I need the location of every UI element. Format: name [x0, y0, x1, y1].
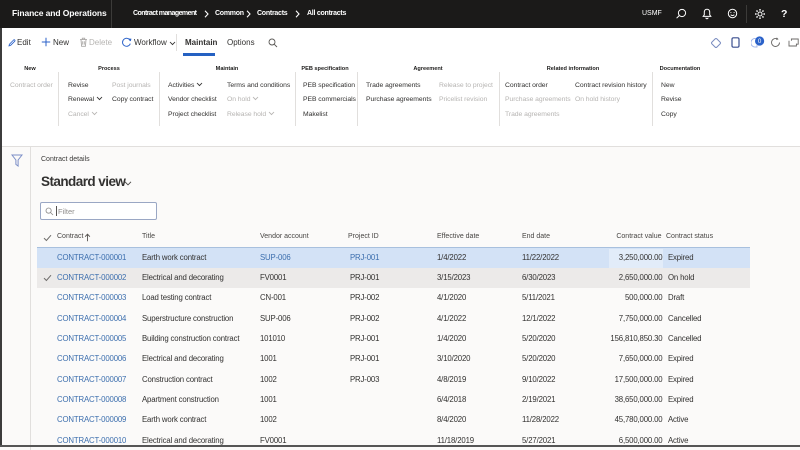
- svg-text:0: 0: [758, 38, 762, 45]
